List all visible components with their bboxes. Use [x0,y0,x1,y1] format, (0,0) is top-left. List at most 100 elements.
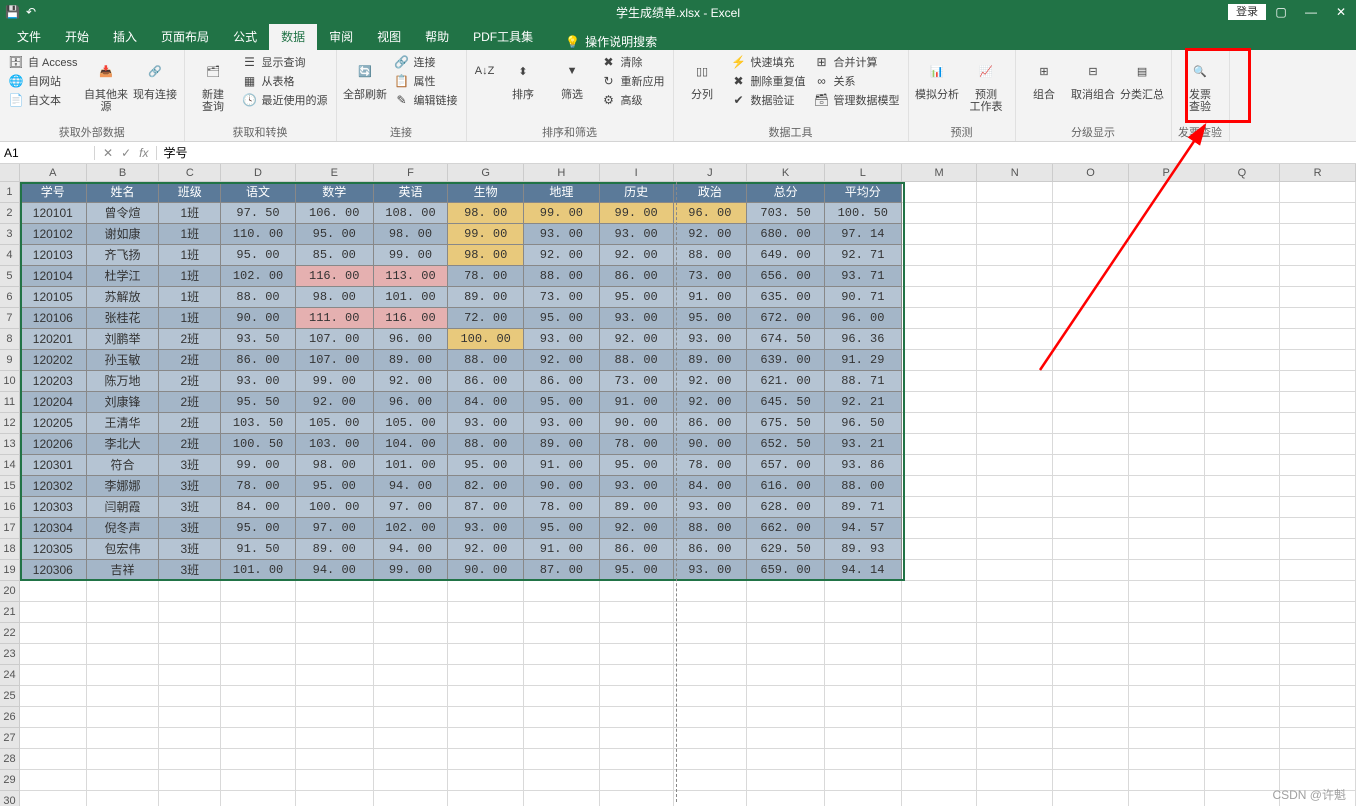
cell[interactable] [374,644,449,665]
group-button[interactable]: ⊞组合 [1022,53,1067,122]
forecast-button[interactable]: 📈预测 工作表 [964,53,1009,122]
cell[interactable] [902,791,978,806]
cell[interactable] [20,623,87,644]
advanced-filter-button[interactable]: ⚙高级 [599,91,667,109]
cell[interactable]: 89. 00 [448,287,524,308]
cell[interactable] [825,665,902,686]
cell[interactable] [902,728,978,749]
cell[interactable] [1129,455,1205,476]
sort-asc-button[interactable]: A↓Z [473,53,497,122]
cell[interactable] [600,581,674,602]
col-header-R[interactable]: R [1280,164,1356,182]
cell[interactable]: 101. 00 [374,287,449,308]
cell[interactable] [1205,581,1281,602]
cell[interactable] [1053,602,1129,623]
remove-dup-button[interactable]: ✖删除重复值 [729,72,808,90]
cell[interactable] [1053,203,1129,224]
cell[interactable] [448,749,524,770]
invoice-button[interactable]: 🔍发票 查验 [1178,53,1223,122]
cell[interactable] [296,644,374,665]
cell[interactable]: 93. 00 [524,224,600,245]
cell[interactable]: 628. 00 [747,497,825,518]
cell[interactable] [902,476,978,497]
cell[interactable] [1053,455,1129,476]
cell[interactable] [524,581,600,602]
cell[interactable] [1053,707,1129,728]
cell[interactable] [1205,539,1281,560]
cell[interactable]: 99. 00 [524,203,600,224]
cell[interactable] [1053,728,1129,749]
cell[interactable] [1129,350,1205,371]
cell[interactable]: 120101 [20,203,87,224]
cell[interactable] [221,707,296,728]
cell[interactable] [902,518,978,539]
cell[interactable] [1053,791,1129,806]
cell[interactable] [1280,518,1356,539]
cell[interactable]: 106. 00 [296,203,374,224]
cell[interactable]: 89. 93 [825,539,902,560]
cell[interactable] [1129,770,1205,791]
cell[interactable] [747,623,825,644]
cell[interactable]: 93. 00 [600,308,674,329]
cell[interactable] [902,644,978,665]
cell[interactable] [977,602,1053,623]
cell[interactable] [1053,770,1129,791]
cell[interactable]: 杜学江 [87,266,160,287]
cell[interactable]: 李娜娜 [87,476,160,497]
cell[interactable] [1053,560,1129,581]
cell[interactable]: 93. 00 [524,413,600,434]
cell[interactable]: 86. 00 [524,371,600,392]
cell[interactable] [1129,371,1205,392]
cell[interactable]: 101. 00 [221,560,296,581]
cell[interactable] [20,791,87,806]
col-header-P[interactable]: P [1129,164,1205,182]
row-header-14[interactable]: 14 [0,455,20,476]
cell[interactable] [1053,287,1129,308]
minimize-icon[interactable]: — [1296,0,1326,24]
cell[interactable] [87,665,160,686]
cell[interactable]: 95. 00 [296,476,374,497]
cell[interactable] [1280,539,1356,560]
cell[interactable]: 104. 00 [374,434,449,455]
cell[interactable] [296,749,374,770]
data-model-button[interactable]: 🗃管理数据模型 [812,91,902,109]
cell[interactable]: 96. 00 [374,392,449,413]
cell[interactable] [448,770,524,791]
relationships-button[interactable]: ∞关系 [812,72,902,90]
cell[interactable]: 倪冬声 [87,518,160,539]
cell[interactable] [902,224,978,245]
cell[interactable]: 95. 00 [524,308,600,329]
cell[interactable] [600,728,674,749]
cell[interactable] [1129,581,1205,602]
cell[interactable]: 88. 00 [674,518,748,539]
cell[interactable]: 85. 00 [296,245,374,266]
cell[interactable]: 93. 00 [674,329,748,350]
cell[interactable] [977,560,1053,581]
cell[interactable] [296,623,374,644]
cell[interactable]: 102. 00 [374,518,449,539]
cell[interactable]: 116. 00 [296,266,374,287]
cell[interactable]: 657. 00 [747,455,825,476]
cell[interactable]: 92. 00 [674,224,748,245]
cell[interactable] [1053,182,1129,203]
cell[interactable] [1280,560,1356,581]
row-header-5[interactable]: 5 [0,266,20,287]
cell[interactable] [600,644,674,665]
cell[interactable]: 98. 00 [448,245,524,266]
cell[interactable]: 88. 00 [221,287,296,308]
cell[interactable] [296,686,374,707]
select-all-corner[interactable] [0,164,20,182]
cell[interactable] [674,644,748,665]
cell[interactable] [448,707,524,728]
cell[interactable]: 635. 00 [747,287,825,308]
cell[interactable] [977,791,1053,806]
cell[interactable] [1280,329,1356,350]
cell[interactable] [374,749,449,770]
cell[interactable]: 120204 [20,392,87,413]
col-header-M[interactable]: M [902,164,978,182]
cell[interactable]: 91. 00 [600,392,674,413]
cell[interactable]: 92. 71 [825,245,902,266]
cell[interactable] [977,266,1053,287]
cell[interactable]: 1班 [159,224,221,245]
cell[interactable]: 100. 50 [221,434,296,455]
